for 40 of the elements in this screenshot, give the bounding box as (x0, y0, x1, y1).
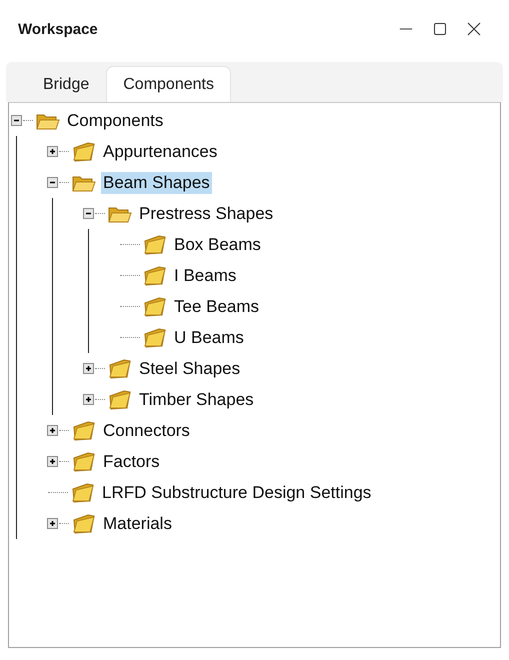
expand-icon[interactable] (83, 394, 94, 405)
folder-icon (108, 390, 132, 410)
tree-item[interactable]: I Beams (172, 264, 238, 286)
tree-item[interactable]: LRFD Substructure Design Settings (100, 482, 374, 504)
collapse-icon[interactable] (47, 177, 58, 188)
tree-item[interactable]: Timber Shapes (137, 388, 256, 410)
collapse-icon[interactable] (83, 208, 94, 219)
folder-icon (143, 296, 167, 316)
folder-icon (72, 452, 96, 472)
tree-item[interactable]: Tee Beams (172, 296, 262, 318)
expand-icon[interactable] (47, 425, 58, 436)
folder-icon (71, 482, 95, 502)
tab[interactable]: Bridge (26, 66, 106, 102)
folder-icon (72, 420, 96, 440)
expand-icon[interactable] (83, 363, 94, 374)
expand-icon[interactable] (47, 518, 58, 529)
tree-item[interactable]: Connectors (101, 420, 192, 442)
tree-item[interactable]: Beam Shapes (101, 172, 212, 194)
folder-icon (72, 514, 96, 534)
tree-item[interactable]: Prestress Shapes (137, 202, 276, 224)
tree-item[interactable]: U Beams (172, 326, 246, 348)
collapse-icon[interactable] (11, 115, 22, 126)
tree-item[interactable]: Appurtenances (101, 140, 220, 162)
tab[interactable]: Components (106, 66, 231, 102)
folder-icon (108, 358, 132, 378)
folder-icon (143, 328, 167, 348)
minimize-icon (399, 28, 413, 30)
expand-icon[interactable] (47, 456, 58, 467)
folder-icon (143, 234, 167, 254)
folder-icon (143, 266, 167, 286)
tree-item[interactable]: Box Beams (172, 234, 263, 256)
expand-icon[interactable] (47, 146, 58, 157)
window-title: Workspace (18, 20, 99, 38)
folder-icon (72, 142, 96, 162)
close-icon (466, 21, 482, 37)
tree-item[interactable]: Steel Shapes (137, 358, 242, 380)
maximize-icon (432, 21, 448, 37)
tree-item[interactable]: Factors (101, 450, 162, 472)
tree-item[interactable]: Components (65, 110, 166, 132)
tree-item[interactable]: Materials (101, 512, 174, 534)
